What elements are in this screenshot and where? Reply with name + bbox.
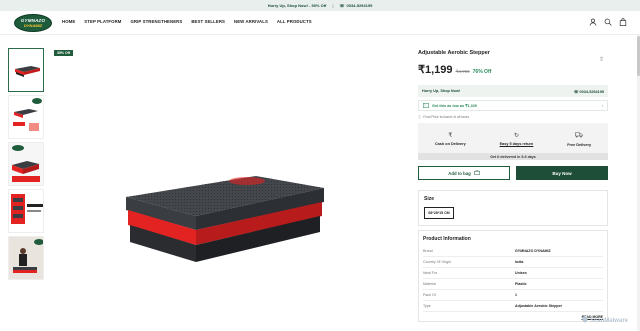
nav-best-sellers[interactable]: BEST SELLERS [191,19,225,24]
info-key: Type [423,304,431,308]
thumbnail-4[interactable] [8,189,44,233]
info-value: Unisex [515,271,527,275]
announcement-phone[interactable]: ☏ 0034-5294195 [339,3,372,8]
info-value: 1 [515,293,517,297]
add-to-bag-label: Add to bag [448,170,471,176]
feature-free-delivery-label: Free Delivery [567,142,592,147]
info-row-brand: Brand GYMNAZO DYNAMIZ [423,246,603,257]
info-icon: ⓘ [418,115,422,119]
feature-cod: ₹ Cash on Delivery [435,132,466,146]
search-icon[interactable] [604,18,612,26]
info-row-type: Type Adjustable Aerobic Stepper [423,301,603,312]
coupon-icon [423,102,429,109]
product-price: ₹1,199 [418,64,453,76]
add-to-bag-button[interactable]: Add to bag [418,166,510,180]
announcement-text: Hurry Up, Shop Now! - 50% Off [267,3,327,8]
feature-strip: ₹ Cash on Delivery ↻ Easy 5 days return … [418,123,608,153]
feature-free-delivery: Free Delivery [567,132,591,147]
price-row: ₹1,199 ₹4,799 76% Off [418,63,608,76]
feature-return-label[interactable]: Easy 5 days return [500,142,534,146]
tax-note-text: Final Price inclusive of all taxes [423,114,470,119]
product-information-title: Product Information [423,236,471,242]
feature-return[interactable]: ↻ Easy 5 days return [500,132,534,146]
info-value: Adjustable Aerobic Stepper [515,304,562,308]
size-selector: Size 68*28*15 CM [418,190,608,226]
brand-logo[interactable]: GYMNAZO DYNAMIZ [14,14,52,32]
nav-new-arrivals[interactable]: NEW ARRIVALS [234,19,268,24]
hurry-phone-number: 0034-5294195 [579,89,605,94]
product-mrp: ₹4,799 [455,69,470,74]
feature-cod-label: Cash on Delivery [434,142,466,146]
info-key: Material [423,282,436,286]
offer-row[interactable]: Get this as low as ₹1,020 › [418,100,608,111]
announcement-separator: | [332,3,334,8]
buy-now-button[interactable]: Buy Now [516,166,608,180]
thumbnail-list [8,48,44,283]
watermark-text: ScanMalware [589,317,628,324]
product-main-image[interactable] [120,150,340,280]
phone-icon: ☏ [339,3,345,8]
nav-all-products[interactable]: ALL PRODUCTS [277,19,312,24]
info-value: India [515,260,524,264]
shield-icon [582,316,588,325]
info-row-material: Material Plastic [423,279,603,290]
info-key: Brand [423,249,433,253]
bag-icon [473,169,480,176]
nav-home[interactable]: HOME [62,19,75,24]
chevron-right-icon: › [601,103,603,108]
thumbnail-2[interactable] [8,95,44,139]
cta-buttons: Add to bag Buy Now [418,166,608,180]
hurry-phone[interactable]: ☏ 0034-5294195 [574,89,604,94]
size-label: Size [424,196,435,202]
truck-icon [575,132,583,140]
info-key: Pack Of [423,293,436,297]
hurry-text: Hurry Up, Shop Now! [422,89,461,93]
offer-text: Get this as low as ₹1,020 [432,104,478,108]
info-row-pack-of: Pack Of 1 [423,290,603,301]
thumbnail-5[interactable] [8,236,44,280]
info-key: Ideal For [423,271,438,275]
main-nav: HOME STEP PLATFORM GRIP STRENGTHENERS BE… [62,19,312,24]
announcement-bar: Hurry Up, Shop Now! - 50% Off | ☏ 0034-5… [0,0,640,11]
nav-step-platform[interactable]: STEP PLATFORM [84,19,121,24]
info-key: Country Of Origin [423,260,451,264]
thumbnail-3[interactable] [8,142,44,186]
header-icons [589,18,627,26]
product-information: Product Information Brand GYMNAZO DYNAMI… [418,230,608,322]
hurry-banner: Hurry Up, Shop Now! ☏ 0034-5294195 [418,85,608,97]
share-icon[interactable]: ⇧ [599,56,604,63]
info-value: Plastic [515,282,527,286]
announcement-phone-number: 0034-5294195 [346,3,373,8]
info-row-ideal-for: Ideal For Unisex [423,268,603,279]
thumbnail-1[interactable] [8,48,44,92]
discount-badge: 35% Off [54,50,74,56]
nav-grip-strengtheners[interactable]: GRIP STRENGTHENERS [130,19,182,24]
site-header: GYMNAZO DYNAMIZ HOME STEP PLATFORM GRIP … [0,11,640,35]
phone-icon: ☏ [573,89,579,94]
info-value: GYMNAZO DYNAMIZ [515,249,551,253]
rupee-icon: ₹ [448,133,453,139]
delivery-note: Get it delivered in 5-6 days [418,153,608,160]
product-details: Adjustable Aerobic Stepper ⇧ ₹1,199 ₹4,7… [418,50,608,322]
return-icon: ↻ [513,133,519,139]
logo-line-2: DYNAMIZ [23,23,43,28]
size-option[interactable]: 68*28*15 CM [424,207,454,219]
user-icon[interactable] [589,18,597,26]
product-title: Adjustable Aerobic Stepper [418,50,490,56]
watermark: ScanMalware [582,316,628,325]
bag-icon[interactable] [619,18,627,26]
tax-note: ⓘ Final Price inclusive of all taxes [418,114,608,120]
info-row-country: Country Of Origin India [423,257,603,268]
product-discount: 76% Off [472,69,492,75]
